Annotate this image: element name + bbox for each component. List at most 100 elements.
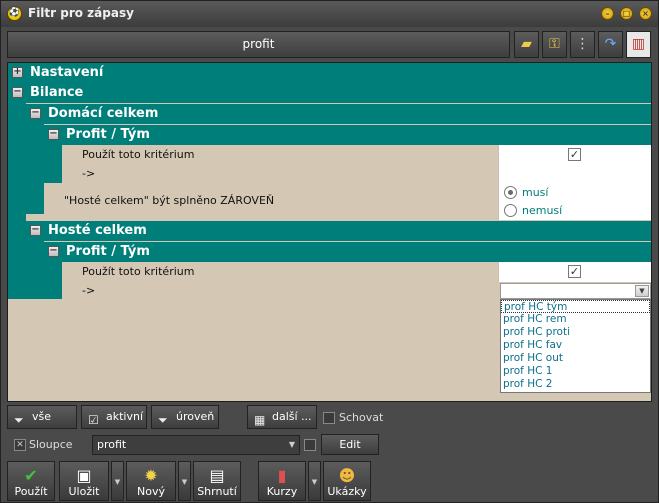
list-item[interactable]: prof HC 2 [501, 378, 650, 391]
redo-arrow-icon: ↷ [604, 36, 617, 52]
minimize-button[interactable]: – [601, 7, 614, 20]
arrow-label: -> [82, 167, 96, 180]
use-criterion-checkbox[interactable]: ✓ [568, 265, 581, 278]
funnel-check-icon: ⏷ [158, 413, 168, 427]
tree-indent [8, 103, 26, 299]
edit-button[interactable]: Edit [321, 434, 379, 455]
condition-options: musí nemusí [498, 183, 651, 220]
filter-window: ⚽ Filtr pro zápasy – □ × profit ▰ ⚿ ⋮ ↷ … [0, 0, 659, 503]
profit-filter-button[interactable]: profit [7, 31, 510, 58]
hide-label: Schovat [339, 411, 384, 424]
musi-radio[interactable] [504, 186, 517, 199]
button-label: úroveň [176, 410, 215, 423]
tree-node-profit-tym[interactable]: − Profit / Tým [44, 125, 651, 145]
button-label: aktivní [106, 410, 144, 423]
examples-button[interactable]: ☻ Ukázky [323, 461, 371, 501]
key-icon: ⚿ [549, 36, 560, 52]
collapse-icon[interactable]: − [48, 129, 59, 140]
odds-dropdown-button[interactable]: ▼ [308, 461, 321, 501]
tree-node-hoste-celkem[interactable]: − Hosté celkem [26, 221, 651, 241]
funnel-icon: ⏷ [14, 413, 24, 427]
button-label: Nový [137, 485, 165, 498]
use-criterion-checkbox[interactable]: ✓ [568, 148, 581, 161]
tree-node-domaci-celkem[interactable]: − Domácí celkem [26, 104, 651, 124]
floppy-disk-icon: ▣ [76, 466, 92, 485]
app-icon: ⚽ [7, 6, 22, 21]
chevron-down-icon: ▼ [288, 440, 295, 449]
list-item[interactable]: prof HC 1 [501, 365, 650, 378]
title-bar: ⚽ Filtr pro zápasy – □ × [1, 1, 658, 27]
list-item[interactable]: prof HC rem [501, 313, 650, 326]
use-criterion-label: Použít toto kritérium [82, 148, 195, 161]
combo-value: profit [97, 438, 127, 451]
list-item[interactable]: prof HC out [501, 352, 650, 365]
chevron-down-icon[interactable]: ▼ [635, 285, 649, 297]
arrow-value-cell[interactable] [498, 164, 651, 183]
save-dropdown-button[interactable]: ▼ [111, 461, 124, 501]
hoste-condition-label: "Hosté celkem" být splněno ZÁROVEŇ [64, 194, 275, 207]
filter-toolbar: ⏷ vše ☑ aktivní ⏷ úroveň ▦ další ... Sch… [7, 405, 652, 431]
person-icon: ☻ [338, 466, 356, 485]
button-label: další ... [272, 410, 312, 423]
use-criterion-cell: ✓ [498, 262, 651, 282]
columns-label: Sloupce [29, 438, 73, 451]
collapse-icon[interactable]: − [30, 225, 41, 236]
new-button[interactable]: ✹ Nový [126, 461, 176, 501]
collapse-icon[interactable]: − [48, 246, 59, 257]
tree-indent [26, 241, 44, 299]
action-toolbar: ✔ Použít ▣ Uložit ▼ ✹ Nový ▼ ▤ Shrnutí ▮… [7, 461, 652, 501]
columns-button[interactable]: ▥ [626, 31, 651, 58]
arrow-label: -> [82, 284, 96, 297]
maximize-button[interactable]: □ [620, 7, 633, 20]
column-select[interactable]: ▼ [500, 283, 651, 299]
button-label: Použít [14, 485, 48, 498]
tree-node-profit-tym-2[interactable]: − Profit / Tým [44, 242, 651, 262]
tree-indent [44, 262, 62, 299]
nemusi-label: nemusí [522, 204, 563, 217]
lightbulb-icon: ✹ [144, 466, 158, 485]
button-label: vše [32, 410, 52, 423]
level-button[interactable]: ⏷ úroveň [151, 405, 219, 429]
save-button[interactable]: ▣ Uložit [59, 461, 109, 501]
new-dropdown-button[interactable]: ▼ [178, 461, 191, 501]
columns-toolbar: ✕ Sloupce profit ▼ Edit [7, 433, 652, 457]
active-button[interactable]: ☑ aktivní [81, 405, 147, 429]
checkbox-icon: ☑ [88, 413, 99, 427]
collapse-icon[interactable]: − [12, 87, 23, 98]
nemusi-radio[interactable] [504, 204, 517, 217]
expand-icon[interactable]: + [12, 67, 23, 78]
list-item[interactable]: prof HC proti [501, 326, 650, 339]
hide-checkbox[interactable] [323, 412, 335, 424]
columns-icon: ▥ [631, 36, 646, 52]
film-icon: ▦ [254, 413, 266, 427]
top-toolbar: profit ▰ ⚿ ⋮ ↷ ▥ [7, 31, 652, 59]
summary-icon: ▤ [209, 466, 225, 485]
button-label: Shrnutí [197, 485, 237, 498]
tree-indent [26, 124, 44, 214]
list-item[interactable]: prof HC tým [501, 300, 650, 313]
list-item[interactable]: prof HC fav [501, 339, 650, 352]
columns-checkbox[interactable]: ✕ [14, 439, 26, 451]
filter-tree: + Nastavení − Bilance − Domácí celkem − … [7, 62, 652, 402]
open-folder-button[interactable]: ▰ [514, 31, 539, 58]
column-combo[interactable]: profit ▼ [92, 435, 300, 455]
summary-button[interactable]: ▤ Shrnutí [193, 461, 241, 501]
tree-node-nastaveni[interactable]: + Nastavení [8, 63, 651, 83]
button-label: Kurzy [266, 485, 298, 498]
collapse-icon[interactable]: − [30, 108, 41, 119]
tree-node-bilance[interactable]: − Bilance [8, 83, 651, 103]
node-label: Profit / Tým [66, 127, 150, 142]
tree-indent [44, 145, 62, 183]
more-button[interactable]: ▦ další ... [247, 405, 317, 429]
odds-button[interactable]: ▮ Kurzy [258, 461, 306, 501]
redo-button[interactable]: ↷ [598, 31, 623, 58]
edit-checkbox[interactable] [304, 439, 316, 451]
close-button[interactable]: × [639, 7, 652, 20]
node-label: Domácí celkem [48, 106, 159, 121]
tree-view-button[interactable]: ⋮ [570, 31, 595, 58]
all-button[interactable]: ⏷ vše [7, 405, 77, 429]
button-label: Ukázky [327, 485, 367, 498]
use-criterion-label: Použít toto kritérium [82, 265, 195, 278]
key-button[interactable]: ⚿ [542, 31, 567, 58]
apply-button[interactable]: ✔ Použít [7, 461, 55, 501]
